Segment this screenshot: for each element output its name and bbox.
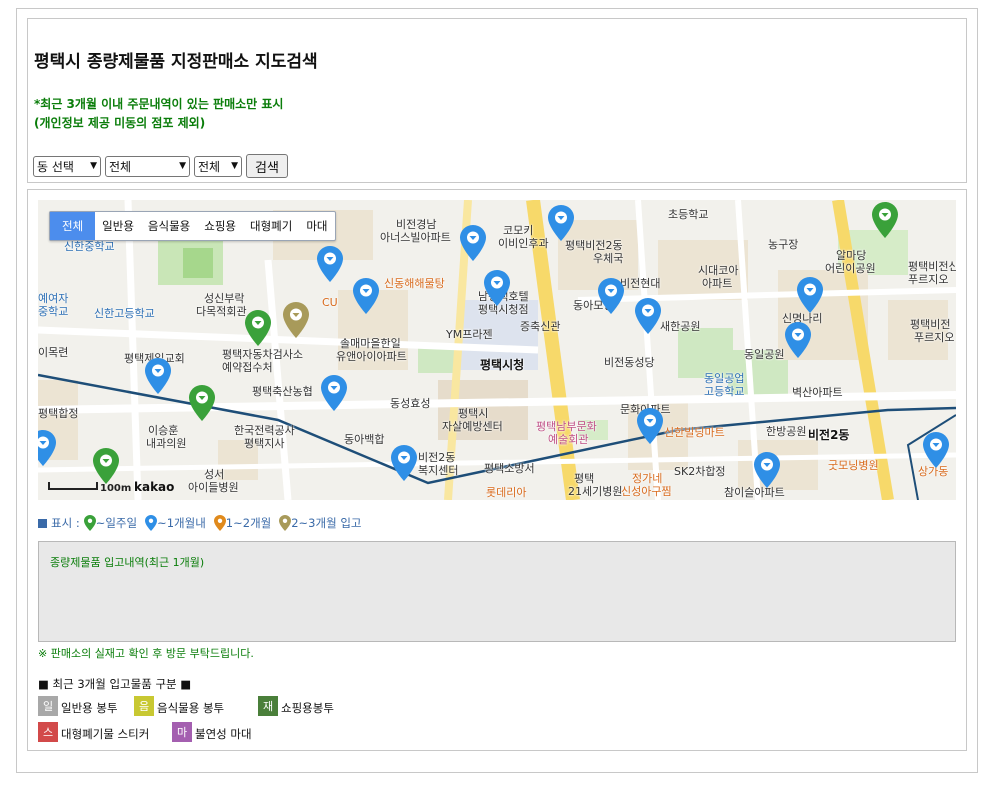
category-tabs: 전체 일반용 음식물용 쇼핑용 대형폐기 마대 bbox=[49, 211, 336, 241]
store-marker-icon[interactable] bbox=[923, 432, 949, 468]
marker-green-icon bbox=[83, 515, 96, 531]
legend-label: ~1개월내 bbox=[157, 516, 206, 530]
food-bag-badge: 음 bbox=[134, 696, 154, 716]
history-box: 종량제물품 입고내역(최근 1개월) bbox=[38, 541, 956, 642]
scale-text: 100m bbox=[100, 483, 132, 494]
store-marker-icon[interactable] bbox=[391, 445, 417, 481]
history-title: 종량제물품 입고내역(최근 1개월) bbox=[50, 556, 205, 569]
type-select-value: 전체 bbox=[109, 159, 132, 174]
legend-item: 1~2개월 bbox=[213, 515, 272, 531]
legend-label: 2~3개월 입고 bbox=[291, 516, 362, 530]
legend-prefix: 표시 : bbox=[51, 516, 80, 530]
category-label: 일반용 봉투 bbox=[61, 701, 118, 715]
store-marker-icon[interactable] bbox=[598, 278, 624, 314]
tab-shopping[interactable]: 쇼핑용 bbox=[197, 212, 243, 240]
tab-general[interactable]: 일반용 bbox=[95, 212, 141, 240]
notice-line: *최근 3개월 이내 주문내역이 있는 판매소만 표시 bbox=[34, 97, 284, 111]
category-label: 쇼핑용봉투 bbox=[281, 701, 334, 715]
search-button[interactable]: 검색 bbox=[246, 154, 288, 178]
store-marker-icon[interactable] bbox=[145, 358, 171, 394]
chevron-down-icon: ▼ bbox=[179, 161, 186, 171]
store-marker-icon[interactable] bbox=[754, 452, 780, 488]
scale-bar bbox=[48, 482, 98, 490]
legend-item: 2~3개월 입고 bbox=[279, 515, 361, 531]
store-marker-icon[interactable] bbox=[321, 375, 347, 411]
marker-olive-icon bbox=[279, 515, 292, 531]
category-label: 대형폐기물 스티커 bbox=[61, 727, 150, 741]
marker-legend: 표시 : ~일주일 ~1개월내 1~2개월 2~3개월 입고 bbox=[38, 515, 361, 531]
store-marker-icon[interactable] bbox=[93, 448, 119, 484]
bulky-sticker-badge: 스 bbox=[38, 722, 58, 742]
dong-select[interactable]: 동 선택 ▼ bbox=[33, 155, 101, 177]
store-marker-icon[interactable] bbox=[548, 205, 574, 241]
store-marker-icon[interactable] bbox=[637, 408, 663, 444]
category-label: 음식물용 봉투 bbox=[157, 701, 225, 715]
category-label: 불연성 마대 bbox=[195, 727, 252, 741]
legend-label: 1~2개월 bbox=[225, 516, 272, 530]
tab-sack[interactable]: 마대 bbox=[299, 212, 334, 240]
legend-item: ~1개월내 bbox=[145, 515, 206, 531]
general-bag-badge: 일 bbox=[38, 696, 58, 716]
store-marker-icon[interactable] bbox=[635, 298, 661, 334]
legend-square-icon bbox=[38, 518, 47, 528]
store-marker-icon[interactable] bbox=[283, 302, 309, 338]
legend-item: ~일주일 bbox=[83, 515, 138, 531]
marker-orange-icon bbox=[213, 515, 226, 531]
results-panel: 비전경남 아너스빌아파트 코모키 이비인후과 평택비전2동 우체국 초등학교 농… bbox=[27, 189, 967, 751]
period-select[interactable]: 전체 ▼ bbox=[194, 155, 242, 177]
tab-food[interactable]: 음식물용 bbox=[141, 212, 197, 240]
search-panel: 평택시 종량제물품 지정판매소 지도검색 *최근 3개월 이내 주문내역이 있는… bbox=[27, 18, 967, 183]
store-marker-icon[interactable] bbox=[245, 310, 271, 346]
store-marker-icon[interactable] bbox=[189, 385, 215, 421]
category-item: 음 음식물용 봉투 bbox=[134, 696, 225, 716]
category-item: 일 일반용 봉투 bbox=[38, 696, 118, 716]
sack-badge: 마 bbox=[172, 722, 192, 742]
page-title: 평택시 종량제물품 지정판매소 지도검색 bbox=[34, 52, 318, 72]
filter-bar: 동 선택 ▼ 전체 ▼ 전체 ▼ 검색 bbox=[33, 154, 288, 178]
store-marker-icon[interactable] bbox=[38, 430, 56, 466]
dong-select-value: 동 선택 bbox=[37, 159, 74, 174]
store-marker-icon[interactable] bbox=[484, 270, 510, 306]
category-item: 마 불연성 마대 bbox=[172, 722, 252, 742]
store-marker-icon[interactable] bbox=[317, 246, 343, 282]
tab-all[interactable]: 전체 bbox=[50, 212, 96, 240]
map-markers bbox=[38, 202, 949, 488]
store-marker-icon[interactable] bbox=[872, 202, 898, 238]
period-select-value: 전체 bbox=[198, 159, 221, 174]
category-item: 스 대형폐기물 스티커 bbox=[38, 722, 150, 742]
shopping-bag-badge: 재 bbox=[258, 696, 278, 716]
store-marker-icon[interactable] bbox=[353, 278, 379, 314]
category-item: 재 쇼핑용봉투 bbox=[258, 696, 334, 716]
category-legend-title: ■ 최근 3개월 입고물품 구분 ■ bbox=[38, 677, 192, 691]
type-select[interactable]: 전체 ▼ bbox=[105, 155, 190, 177]
legend-label: ~일주일 bbox=[95, 516, 138, 530]
marker-blue-icon bbox=[145, 515, 158, 531]
notice-line-2: (개인정보 제공 미동의 점포 제외) bbox=[34, 116, 206, 130]
store-marker-icon[interactable] bbox=[785, 322, 811, 358]
chevron-down-icon: ▼ bbox=[90, 161, 97, 171]
kakao-logo: kakao bbox=[134, 480, 175, 494]
store-marker-icon[interactable] bbox=[460, 225, 486, 261]
store-marker-icon[interactable] bbox=[797, 277, 823, 313]
tab-bulky[interactable]: 대형폐기 bbox=[243, 212, 299, 240]
visit-note: ※ 판매소의 실재고 확인 후 방문 부탁드립니다. bbox=[38, 647, 254, 660]
map-view[interactable]: 비전경남 아너스빌아파트 코모키 이비인후과 평택비전2동 우체국 초등학교 농… bbox=[38, 200, 956, 500]
chevron-down-icon: ▼ bbox=[231, 161, 238, 171]
